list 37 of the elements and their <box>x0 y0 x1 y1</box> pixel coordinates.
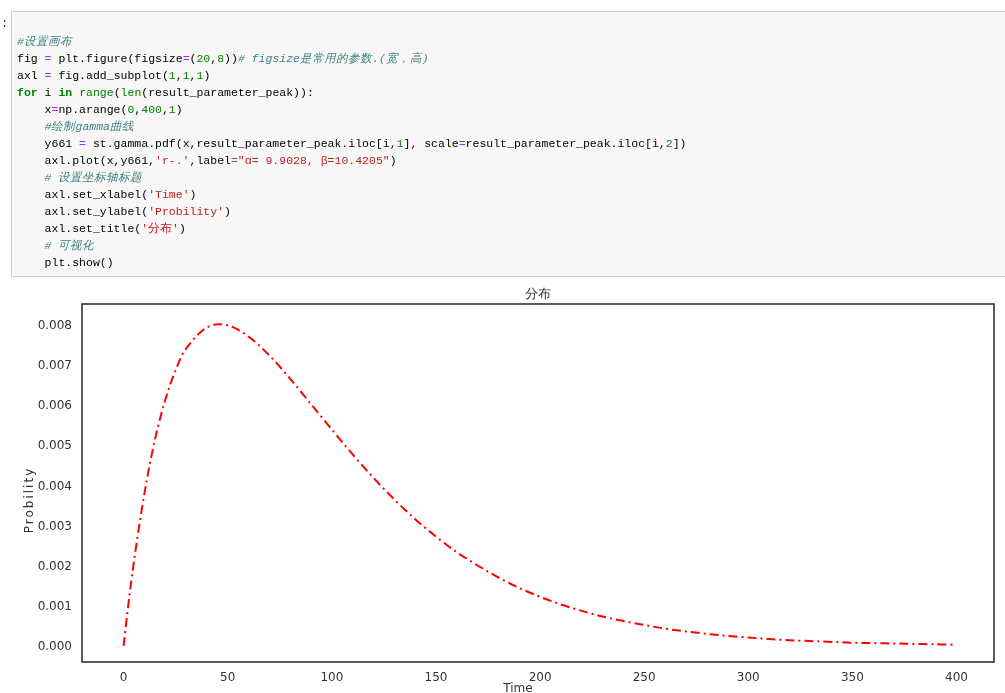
code-line: # 可视化 <box>43 238 96 254</box>
y-tick-label: 0.007 <box>37 357 72 372</box>
cell-prompt: : <box>0 16 10 33</box>
x-axis-label: Time <box>503 681 533 693</box>
code-cell[interactable] <box>11 11 1005 277</box>
y-tick-label: 0.000 <box>37 639 72 654</box>
code-line: axl = fig.add_subplot(1,1,1) <box>17 68 212 84</box>
x-tick-label: 250 <box>632 670 656 684</box>
y-tick-label: 0.003 <box>37 518 72 533</box>
x-tick-label: 100 <box>320 670 344 684</box>
x-tick-label: 0 <box>119 670 128 684</box>
code-line: axl.plot(x,y661,'r-.',label="α= 9.9028, β=10.4205") <box>43 153 398 169</box>
x-tick-label: 400 <box>945 670 968 684</box>
y-tick-label: 0.004 <box>37 478 72 493</box>
y-tick-label: 0.005 <box>37 438 72 453</box>
chart-title: 分布 <box>525 286 551 301</box>
code-line: y661 = st.gamma.pdf(x,result_parameter_peak.iloc[i,1], scale=result_parameter_peak.iloc[i,2]) <box>43 136 688 152</box>
x-tick-label: 300 <box>736 670 760 684</box>
x-tick-label: 200 <box>528 670 552 684</box>
code-line: x=np.arange(0,400,1) <box>43 102 184 118</box>
y-tick-label: 0.008 <box>37 317 72 332</box>
y-tick-label: 0.002 <box>37 558 72 573</box>
x-tick-label: 350 <box>840 670 864 684</box>
code-line: axl.set_title('分布') <box>43 221 187 237</box>
code-line: #设置画布 <box>17 34 74 50</box>
x-tick-label: 50 <box>220 670 236 684</box>
x-tick-label: 150 <box>424 670 448 684</box>
y-tick-label: 0.006 <box>37 398 72 413</box>
code-line: axl.set_ylabel('Probility') <box>43 204 232 220</box>
code-line: axl.set_xlabel('Time') <box>43 187 198 203</box>
code-line: fig = plt.figure(figsize=(20,8))# figsize是常用的参数.(宽，高) <box>17 51 430 67</box>
code-line: # 设置坐标轴标题 <box>43 170 144 186</box>
code-line: for i in range(len(result_parameter_peak)): <box>17 85 315 101</box>
y-tick-label: 0.001 <box>37 599 72 614</box>
code-line: #绘制gamma曲线 <box>43 119 135 135</box>
y-axis-label: Probility <box>22 466 36 534</box>
code-line: plt.show() <box>43 255 115 271</box>
